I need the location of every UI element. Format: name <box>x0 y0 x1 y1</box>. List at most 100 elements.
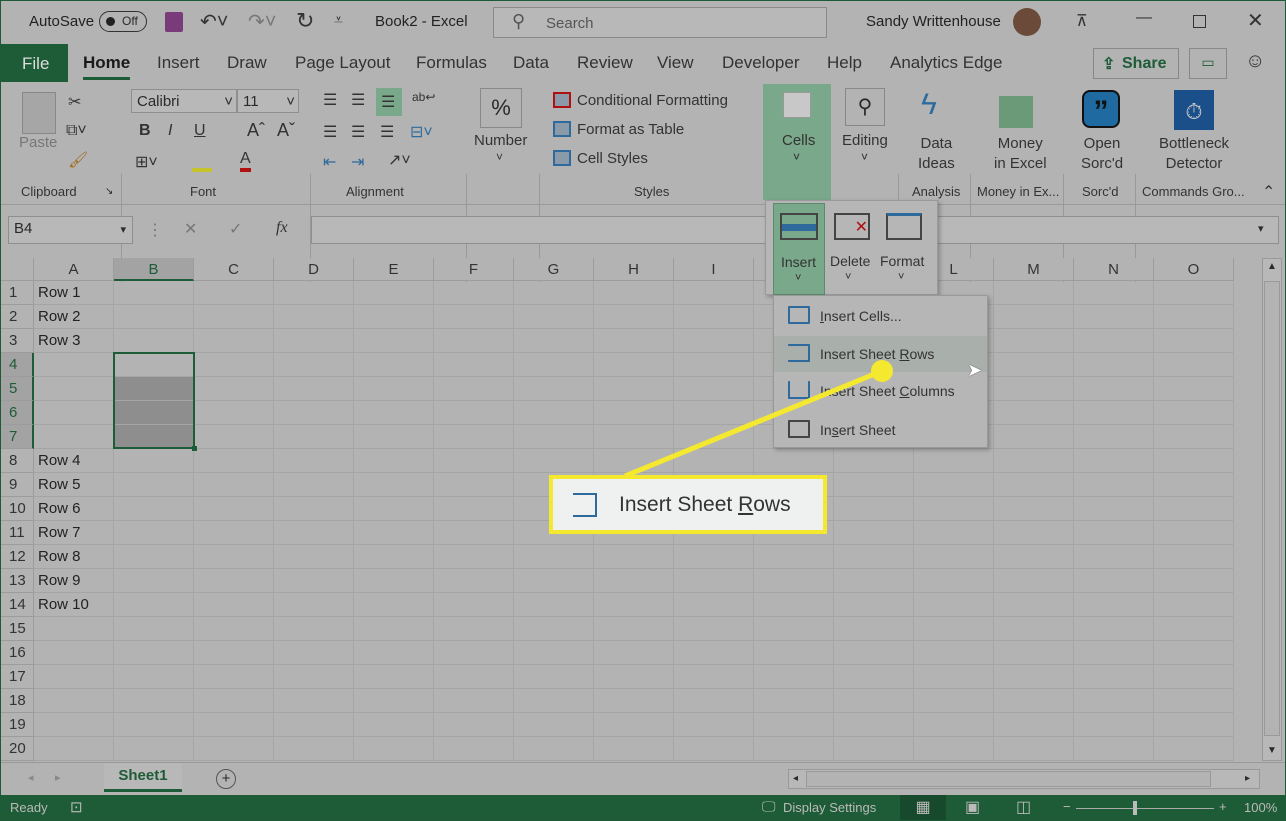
cell-O19[interactable] <box>1154 713 1234 737</box>
cell-B13[interactable] <box>114 569 194 593</box>
menu-item-insert-cells[interactable]: Insert Cells... <box>774 298 987 334</box>
cell-N12[interactable] <box>1074 545 1154 569</box>
increase-indent-icon[interactable]: ⇥ <box>351 152 364 172</box>
cell-N10[interactable] <box>1074 497 1154 521</box>
cell-I15[interactable] <box>674 617 754 641</box>
cell-A13[interactable]: Row 9 <box>34 569 114 593</box>
cell-N2[interactable] <box>1074 305 1154 329</box>
cell-E4[interactable] <box>354 353 434 377</box>
cell-D17[interactable] <box>274 665 354 689</box>
cell-O1[interactable] <box>1154 281 1234 305</box>
cancel-icon[interactable]: ✕ <box>184 219 197 239</box>
cell-J15[interactable] <box>754 617 834 641</box>
cell-F6[interactable] <box>434 401 514 425</box>
cell-N17[interactable] <box>1074 665 1154 689</box>
cell-C15[interactable] <box>194 617 274 641</box>
search-input[interactable]: ⚲ Search <box>493 7 827 38</box>
cell-D14[interactable] <box>274 593 354 617</box>
zoom-slider[interactable] <box>1076 808 1214 809</box>
cell-G20[interactable] <box>514 737 594 761</box>
cell-F5[interactable] <box>434 377 514 401</box>
cell-F19[interactable] <box>434 713 514 737</box>
scroll-up-icon[interactable]: ▲ <box>1267 261 1277 272</box>
cell-K8[interactable] <box>834 449 914 473</box>
row-header-16[interactable]: 16 <box>0 641 34 665</box>
cell-M6[interactable] <box>994 401 1074 425</box>
row-header-10[interactable]: 10 <box>0 497 34 521</box>
cell-M13[interactable] <box>994 569 1074 593</box>
cell-D15[interactable] <box>274 617 354 641</box>
cell-F12[interactable] <box>434 545 514 569</box>
collapse-ribbon-icon[interactable]: ⌃ <box>1262 182 1275 202</box>
cell-H8[interactable] <box>594 449 674 473</box>
name-box[interactable]: B4 ▾ <box>8 216 133 244</box>
cell-L13[interactable] <box>914 569 994 593</box>
cell-M19[interactable] <box>994 713 1074 737</box>
cell-G7[interactable] <box>514 425 594 449</box>
cell-K18[interactable] <box>834 689 914 713</box>
cell-M5[interactable] <box>994 377 1074 401</box>
cell-M17[interactable] <box>994 665 1074 689</box>
cell-I12[interactable] <box>674 545 754 569</box>
cell-D4[interactable] <box>274 353 354 377</box>
column-header-M[interactable]: M <box>994 258 1074 281</box>
delete-button[interactable]: Delete <box>830 253 870 269</box>
cell-C10[interactable] <box>194 497 274 521</box>
column-header-B[interactable]: B <box>114 258 194 281</box>
fill-handle[interactable] <box>192 446 197 451</box>
cell-F2[interactable] <box>434 305 514 329</box>
ribbon-display-icon[interactable]: ⊼ <box>1076 11 1088 31</box>
cell-F15[interactable] <box>434 617 514 641</box>
money-in-excel-button[interactable]: Money in Excel <box>994 134 1047 174</box>
cell-E18[interactable] <box>354 689 434 713</box>
cell-H3[interactable] <box>594 329 674 353</box>
cell-N14[interactable] <box>1074 593 1154 617</box>
cell-C20[interactable] <box>194 737 274 761</box>
sheet-tab-sheet1[interactable]: Sheet1 <box>104 763 182 792</box>
row-header-20[interactable]: 20 <box>0 737 34 761</box>
cell-M18[interactable] <box>994 689 1074 713</box>
cell-C13[interactable] <box>194 569 274 593</box>
row-header-5[interactable]: 5 <box>0 377 34 401</box>
cell-E3[interactable] <box>354 329 434 353</box>
cell-F9[interactable] <box>434 473 514 497</box>
cell-A19[interactable] <box>34 713 114 737</box>
cell-L12[interactable] <box>914 545 994 569</box>
cell-I8[interactable] <box>674 449 754 473</box>
tab-page-layout[interactable]: Page Layout <box>295 53 390 73</box>
cell-E5[interactable] <box>354 377 434 401</box>
column-header-E[interactable]: E <box>354 258 434 281</box>
display-settings-icon[interactable]: 🖵 <box>762 798 776 815</box>
data-ideas-button[interactable]: Data Ideas <box>918 134 955 174</box>
menu-item-insert-sheet-rows[interactable]: Insert Sheet Rows <box>774 336 987 372</box>
cell-D5[interactable] <box>274 377 354 401</box>
cell-O16[interactable] <box>1154 641 1234 665</box>
cell-F10[interactable] <box>434 497 514 521</box>
column-header-D[interactable]: D <box>274 258 354 281</box>
cell-H4[interactable] <box>594 353 674 377</box>
sorcd-icon[interactable]: ” <box>1082 90 1120 128</box>
cell-E12[interactable] <box>354 545 434 569</box>
cell-D1[interactable] <box>274 281 354 305</box>
cell-A3[interactable]: Row 3 <box>34 329 114 353</box>
cell-N9[interactable] <box>1074 473 1154 497</box>
scroll-thumb[interactable] <box>1264 281 1280 736</box>
cell-B18[interactable] <box>114 689 194 713</box>
cell-K15[interactable] <box>834 617 914 641</box>
cell-D6[interactable] <box>274 401 354 425</box>
cell-B3[interactable] <box>114 329 194 353</box>
cut-icon[interactable]: ✂ <box>68 92 81 112</box>
row-header-4[interactable]: 4 <box>0 353 34 377</box>
column-header-C[interactable]: C <box>194 258 274 281</box>
orientation-icon[interactable]: ↗˅ <box>388 150 411 170</box>
prev-sheet-icon[interactable]: ◂ <box>28 771 34 784</box>
cell-F14[interactable] <box>434 593 514 617</box>
redo-icon[interactable]: ↷˅ <box>248 9 276 34</box>
merge-center-icon[interactable]: ⊟˅ <box>410 122 433 142</box>
cell-H14[interactable] <box>594 593 674 617</box>
number-format-icon[interactable]: % <box>480 88 522 128</box>
cell-M15[interactable] <box>994 617 1074 641</box>
cell-A7[interactable] <box>34 425 114 449</box>
cell-O5[interactable] <box>1154 377 1234 401</box>
cell-N5[interactable] <box>1074 377 1154 401</box>
